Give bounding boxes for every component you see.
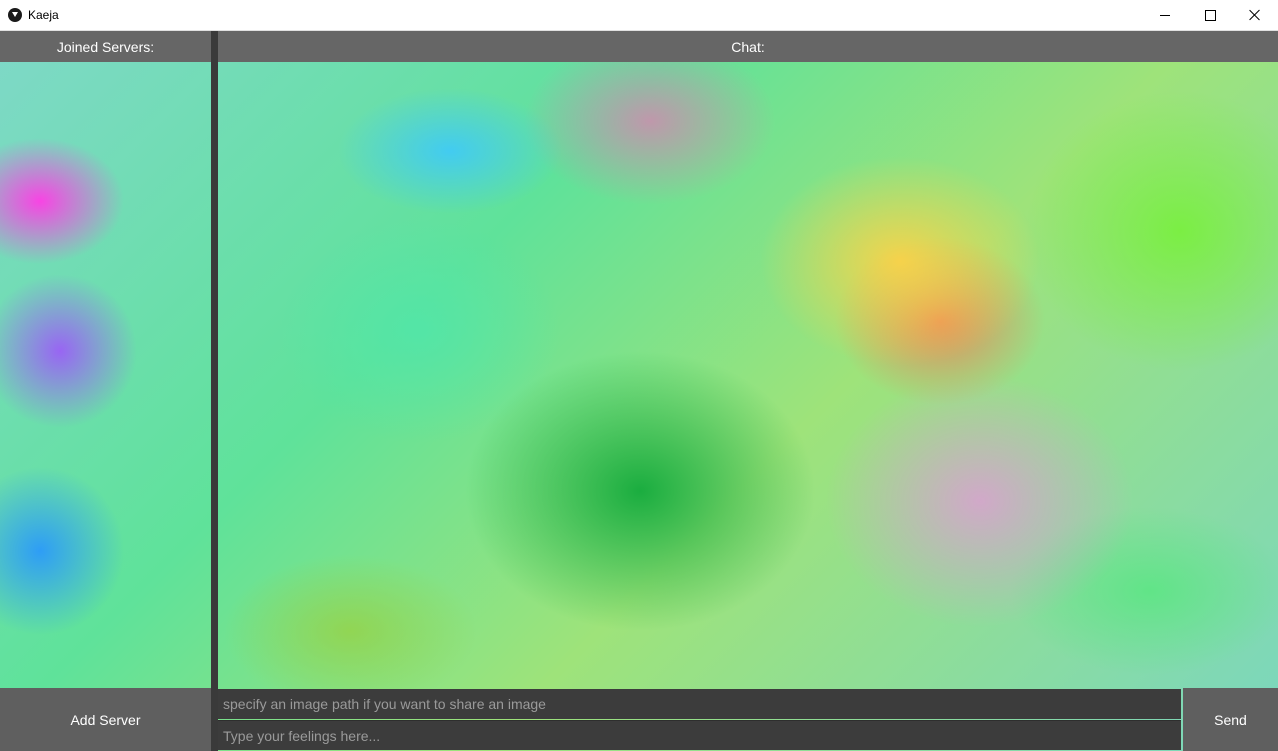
maximize-button[interactable] (1187, 0, 1233, 30)
minimize-icon (1160, 14, 1170, 16)
chat-header: Chat: (218, 31, 1278, 62)
window-title: Kaeja (28, 8, 59, 22)
close-icon (1249, 9, 1261, 21)
joined-servers-header: Joined Servers: (0, 31, 211, 62)
maximize-icon (1204, 9, 1216, 21)
message-input[interactable] (218, 720, 1181, 750)
minimize-button[interactable] (1142, 0, 1188, 30)
image-path-input[interactable] (218, 689, 1181, 719)
panel-divider[interactable] (211, 31, 218, 751)
send-button[interactable]: Send (1183, 688, 1278, 751)
title-bar[interactable]: Kaeja (0, 0, 1278, 31)
server-list[interactable] (0, 62, 211, 688)
chat-log[interactable] (218, 62, 1278, 688)
app-window: Kaeja Joined Servers: Chat: Add Server S… (0, 0, 1278, 751)
kaeja-app-icon (8, 8, 22, 22)
add-server-button[interactable]: Add Server (0, 688, 211, 751)
close-button[interactable] (1232, 0, 1278, 30)
main-content: Joined Servers: Chat: Add Server Send (0, 31, 1278, 751)
